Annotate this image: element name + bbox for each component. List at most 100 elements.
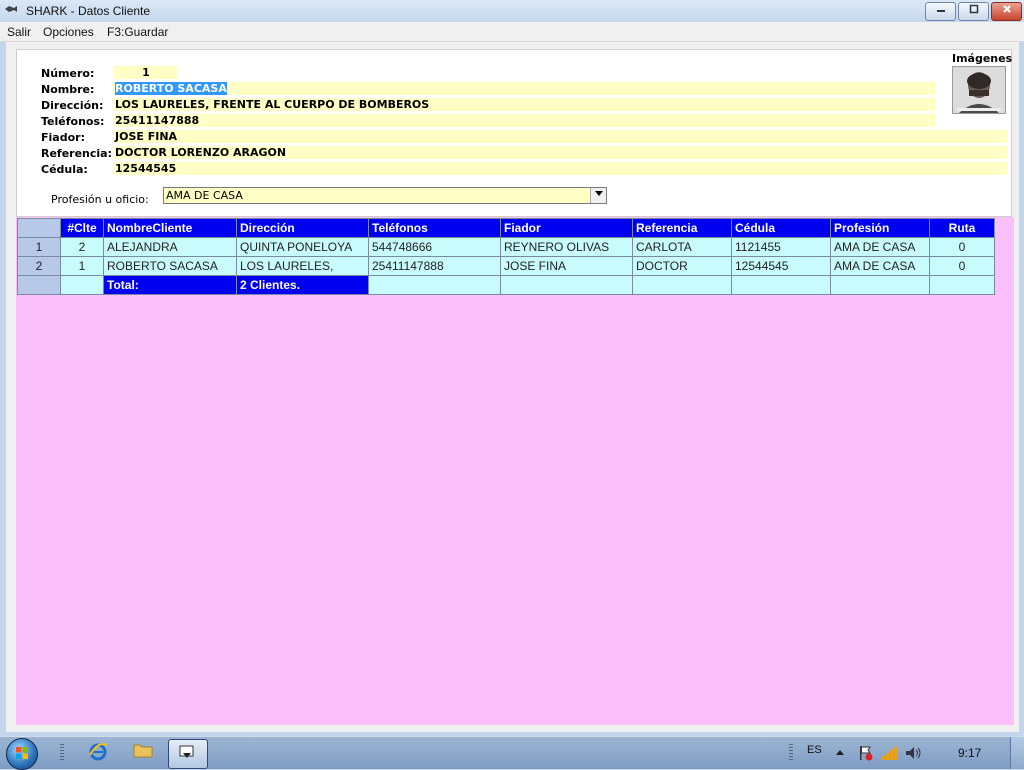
folder-icon[interactable] [131, 741, 155, 765]
row-number[interactable]: 2 [17, 256, 61, 276]
chevron-down-icon[interactable] [590, 188, 606, 203]
volume-icon[interactable] [905, 745, 923, 764]
table-row[interactable]: 1 2 ALEJANDRA QUINTA PONELOYA 544748666 … [17, 237, 995, 257]
table-cell[interactable]: 1121455 [731, 237, 831, 257]
column-header[interactable]: Profesión [830, 218, 930, 238]
table-cell[interactable]: 0 [929, 256, 995, 276]
table-cell[interactable]: JOSE FINA [500, 256, 633, 276]
minimize-button[interactable] [925, 2, 956, 21]
close-icon [1002, 5, 1012, 17]
table-cell [830, 275, 930, 295]
tray-grip[interactable] [789, 744, 793, 762]
table-cell [929, 275, 995, 295]
row-number [17, 275, 61, 295]
show-desktop-button[interactable] [1010, 737, 1024, 769]
column-header[interactable]: Referencia [632, 218, 732, 238]
maximize-icon [969, 4, 979, 17]
close-button[interactable] [991, 2, 1022, 21]
menu-opciones[interactable]: Opciones [43, 25, 94, 39]
numero-field[interactable]: 1 [113, 66, 177, 79]
total-label: Total: [103, 275, 237, 295]
internet-explorer-icon[interactable] [86, 741, 110, 765]
language-indicator[interactable]: ES [807, 744, 822, 756]
table-cell[interactable]: ALEJANDRA [103, 237, 237, 257]
menu-salir[interactable]: Salir [7, 25, 31, 39]
table-cell[interactable]: 0 [929, 237, 995, 257]
action-center-flag-icon[interactable] [858, 745, 874, 764]
telefonos-label: Teléfonos: [41, 115, 105, 128]
table-cell[interactable]: 25411147888 [368, 256, 501, 276]
cedula-field[interactable]: 12544545 [113, 162, 1007, 175]
nombre-field[interactable]: ROBERTO SACASA [113, 82, 935, 95]
imagenes-label: Imágenes [952, 52, 1013, 65]
maximize-button[interactable] [958, 2, 989, 21]
profesion-select[interactable]: AMA DE CASA [163, 187, 607, 204]
column-header[interactable]: NombreCliente [103, 218, 237, 238]
direccion-field[interactable]: LOS LAURELES, FRENTE AL CUERPO DE BOMBER… [113, 98, 935, 111]
table-cell[interactable]: REYNERO OLIVAS [500, 237, 633, 257]
column-header[interactable]: Fiador [500, 218, 633, 238]
cedula-value: 12544545 [115, 162, 177, 175]
taskbar-grip[interactable] [60, 744, 64, 762]
telefonos-value: 25411147888 [115, 114, 200, 127]
clients-table: #Clte NombreCliente Dirección Teléfonos … [17, 218, 995, 295]
table-cell[interactable]: AMA DE CASA [830, 256, 930, 276]
table-cell[interactable]: DOCTOR [632, 256, 732, 276]
profesion-label: Profesión u oficio: [51, 193, 149, 206]
taskbar: ES 9:17 [0, 736, 1024, 770]
table-cell[interactable]: 2 [60, 237, 104, 257]
table-cell[interactable]: AMA DE CASA [830, 237, 930, 257]
chevron-up-icon[interactable] [836, 746, 844, 758]
table-cell [500, 275, 633, 295]
table-cell[interactable]: 544748666 [368, 237, 501, 257]
title-bar: SHARK - Datos Cliente [0, 0, 1024, 23]
nombre-label: Nombre: [41, 83, 95, 96]
nombre-value: ROBERTO SACASA [115, 82, 227, 95]
column-header[interactable]: Cédula [731, 218, 831, 238]
profesion-value: AMA DE CASA [166, 189, 243, 202]
minimize-icon [936, 5, 946, 17]
fiador-value: JOSE FINA [115, 130, 178, 143]
direccion-value: LOS LAURELES, FRENTE AL CUERPO DE BOMBER… [115, 98, 430, 111]
column-header[interactable]: #Clte [60, 218, 104, 238]
table-cell [632, 275, 732, 295]
total-value: 2 Clientes. [236, 275, 369, 295]
table-row[interactable]: 2 1 ROBERTO SACASA LOS LAURELES, 2541114… [17, 256, 995, 276]
table-cell[interactable]: ROBERTO SACASA [103, 256, 237, 276]
table-cell[interactable]: 1 [60, 256, 104, 276]
table-cell[interactable]: CARLOTA [632, 237, 732, 257]
row-number[interactable]: 1 [17, 237, 61, 257]
column-header[interactable]: Dirección [236, 218, 369, 238]
column-header[interactable]: Ruta [929, 218, 995, 238]
telefonos-field[interactable]: 25411147888 [113, 114, 935, 127]
start-button[interactable] [6, 738, 38, 770]
cedula-label: Cédula: [41, 163, 88, 176]
corner-cell[interactable] [17, 218, 61, 238]
windows-logo-icon [16, 747, 28, 759]
table-header-row: #Clte NombreCliente Dirección Teléfonos … [17, 218, 995, 238]
numero-label: Número: [41, 67, 95, 80]
client-area: Número: 1 Nombre: ROBERTO SACASA Direcci… [6, 42, 1019, 732]
referencia-label: Referencia: [41, 147, 113, 160]
app-window-icon [178, 744, 196, 765]
referencia-value: DOCTOR LORENZO ARAGON [115, 146, 287, 159]
table-cell [368, 275, 501, 295]
window-title: SHARK - Datos Cliente [26, 4, 151, 18]
menu-guardar[interactable]: F3:Guardar [107, 25, 168, 39]
table-cell[interactable]: QUINTA PONELOYA [236, 237, 369, 257]
menu-bar: Salir Opciones F3:Guardar [0, 22, 1024, 42]
numero-value: 1 [142, 66, 150, 79]
client-photo[interactable] [952, 66, 1006, 114]
network-signal-icon[interactable] [881, 745, 899, 764]
clock[interactable]: 9:17 [958, 746, 981, 760]
fish-icon [4, 4, 18, 14]
table-cell[interactable]: LOS LAURELES, [236, 256, 369, 276]
direccion-label: Dirección: [41, 99, 104, 112]
fiador-field[interactable]: JOSE FINA [113, 130, 1007, 143]
total-row: Total: 2 Clientes. [17, 275, 995, 295]
taskbar-shark-app[interactable] [168, 739, 208, 769]
referencia-field[interactable]: DOCTOR LORENZO ARAGON [113, 146, 1007, 159]
column-header[interactable]: Teléfonos [368, 218, 501, 238]
table-cell[interactable]: 12544545 [731, 256, 831, 276]
client-form: Número: 1 Nombre: ROBERTO SACASA Direcci… [16, 49, 1012, 217]
